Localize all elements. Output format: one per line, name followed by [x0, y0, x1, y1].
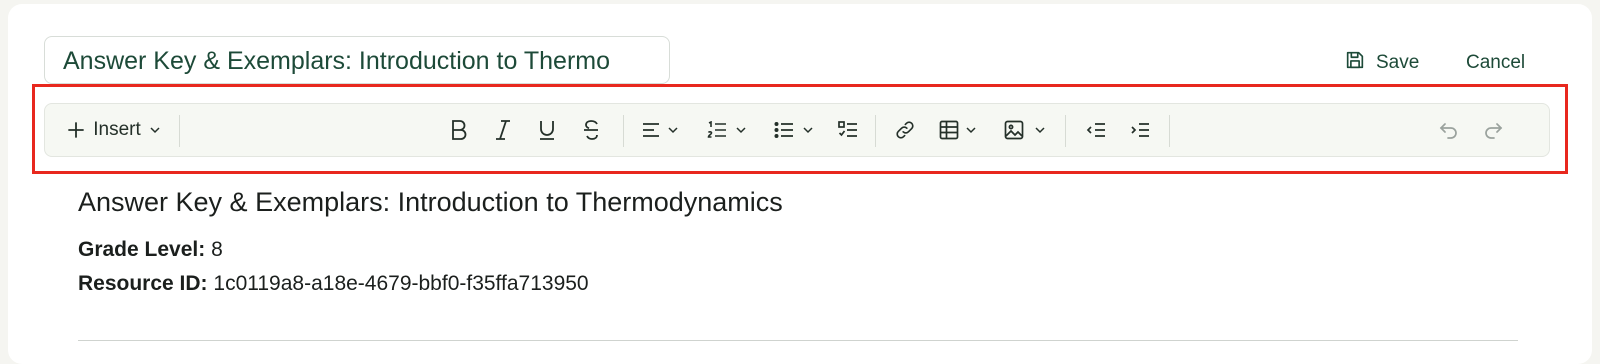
grade-level-value: 8: [211, 238, 223, 261]
title-input[interactable]: Answer Key & Exemplars: Introduction to …: [44, 36, 670, 84]
grade-level-label: Grade Level:: [78, 238, 206, 261]
cancel-button[interactable]: Cancel: [1466, 48, 1525, 78]
save-icon: [1344, 49, 1366, 77]
resource-id-label: Resource ID:: [78, 272, 208, 295]
document-heading: Answer Key & Exemplars: Introduction to …: [78, 187, 783, 217]
divider-line: [78, 340, 1518, 341]
save-button[interactable]: Save: [1344, 48, 1419, 78]
resource-id-value: 1c0119a8-a18e-4679-bbf0-f35ffa713950: [213, 272, 589, 295]
grade-level-line: Grade Level: 8: [78, 238, 223, 262]
resource-id-line: Resource ID: 1c0119a8-a18e-4679-bbf0-f35…: [78, 272, 589, 296]
save-label: Save: [1376, 52, 1420, 73]
toolbar-highlight: [32, 84, 1568, 174]
